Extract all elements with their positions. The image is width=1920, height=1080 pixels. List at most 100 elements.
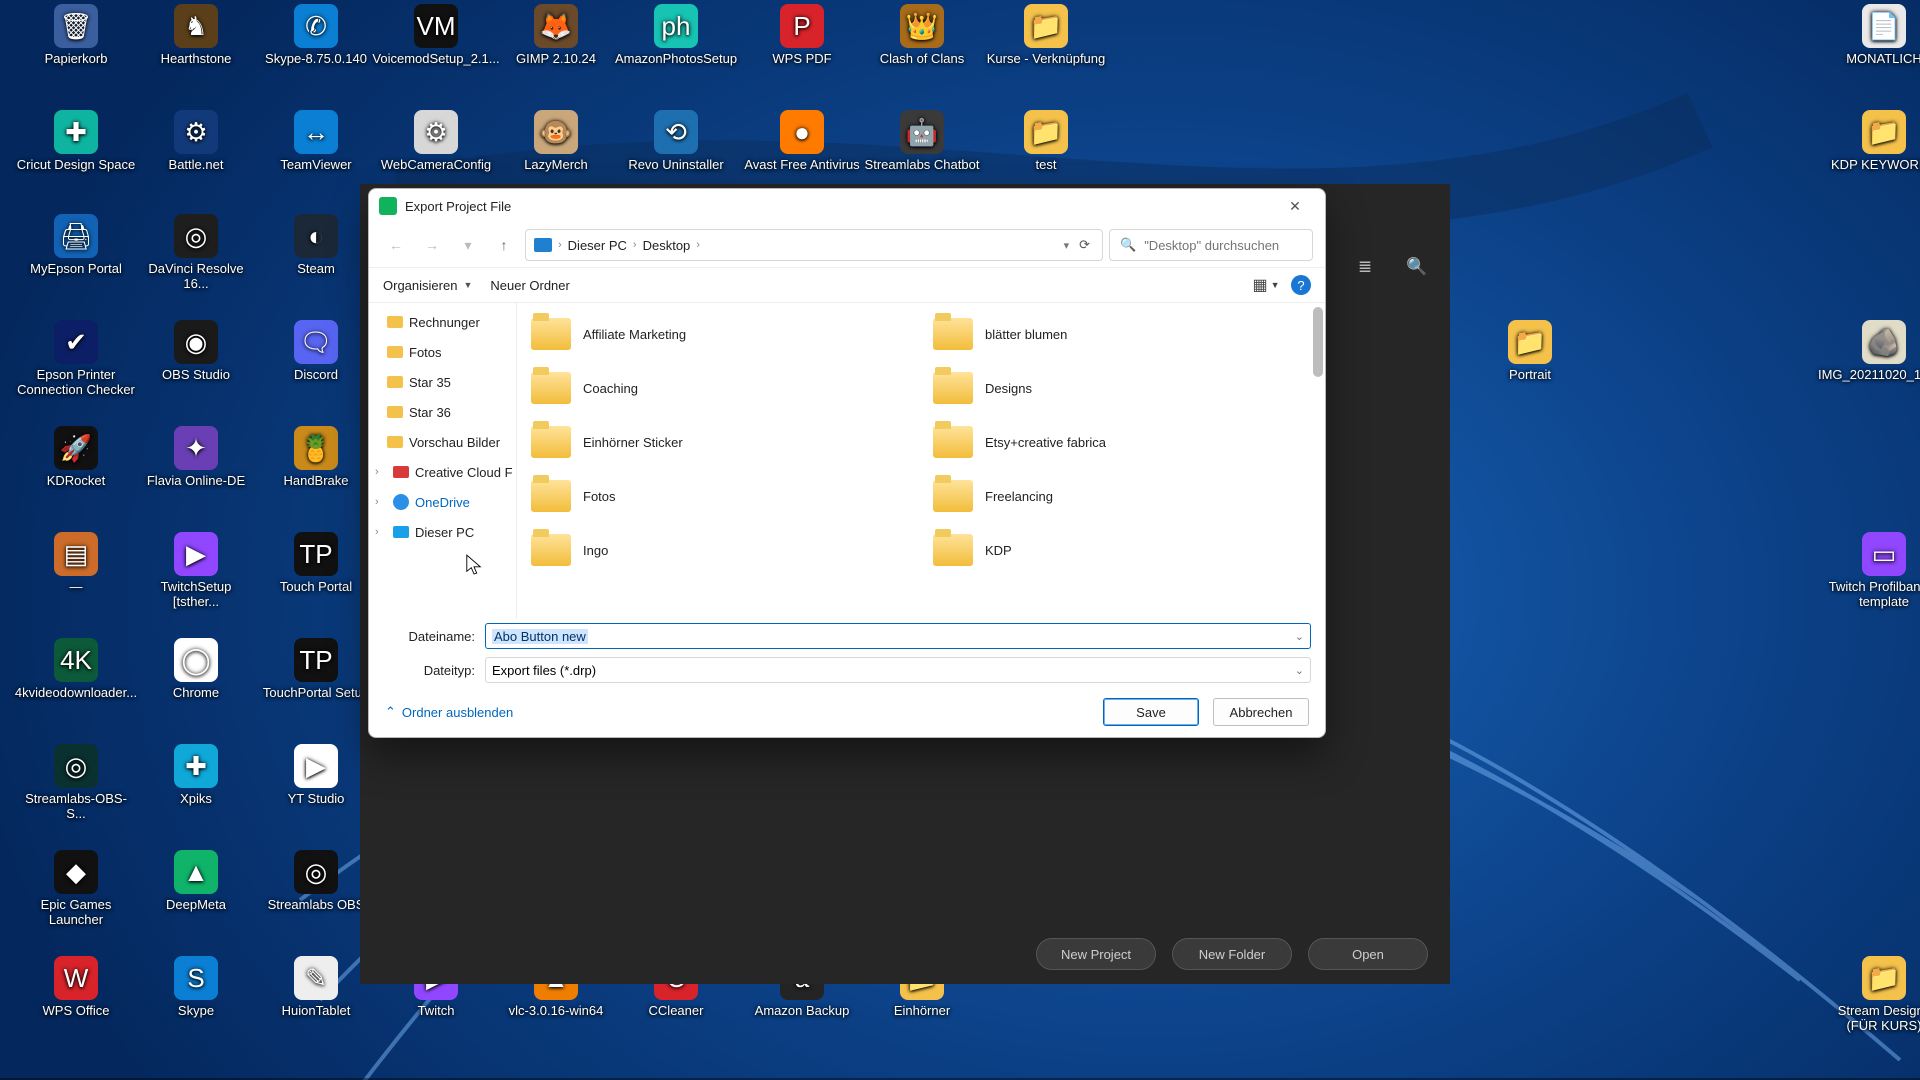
desktop-icon[interactable]: VMVoicemodSetup_2.1... xyxy=(376,4,496,66)
help-icon[interactable]: ? xyxy=(1291,275,1311,295)
desktop-icon[interactable]: WWPS Office xyxy=(16,956,136,1018)
desktop-icon[interactable]: PWPS PDF xyxy=(742,4,862,66)
folder-item[interactable]: Etsy+creative fabrica xyxy=(929,417,1315,467)
folder-item[interactable]: Designs xyxy=(929,363,1315,413)
tree-item[interactable]: Star 35 xyxy=(369,367,516,397)
desktop-icon[interactable]: 📁Stream Designs (FÜR KURS) xyxy=(1824,956,1920,1033)
desktop-icon[interactable]: 📁Kurse - Verknüpfung xyxy=(986,4,1106,66)
desktop-icon[interactable]: 📁KDP KEYWORDS xyxy=(1824,110,1920,172)
chevron-right-icon[interactable]: › xyxy=(375,526,387,538)
desktop-icon[interactable]: ♞Hearthstone xyxy=(136,4,256,66)
tree-item[interactable]: ›Creative Cloud F xyxy=(369,457,516,487)
filename-dropdown-icon[interactable]: ⌄ xyxy=(1289,630,1304,643)
breadcrumb-root[interactable]: Dieser PC xyxy=(568,238,627,253)
new-folder-toolbar-button[interactable]: Neuer Ordner xyxy=(490,278,569,293)
new-project-button[interactable]: New Project xyxy=(1036,938,1156,970)
new-folder-button[interactable]: New Folder xyxy=(1172,938,1292,970)
desktop-icon[interactable]: ▭Twitch Profilbanner template xyxy=(1824,532,1920,609)
breadcrumb[interactable]: › Dieser PC › Desktop › ▾ ⟳ xyxy=(525,229,1103,261)
desktop-icon[interactable]: TPTouch Portal xyxy=(256,532,376,594)
chevron-right-icon[interactable]: › xyxy=(375,496,387,508)
desktop-icon[interactable]: ▲DeepMeta xyxy=(136,850,256,912)
desktop-icon[interactable]: ✚Xpiks xyxy=(136,744,256,806)
hide-folders-toggle[interactable]: ⌃ Ordner ausblenden xyxy=(385,704,513,720)
sidebar-tree[interactable]: RechnungerFotosStar 35Star 36Vorschau Bi… xyxy=(369,303,517,619)
scrollbar[interactable] xyxy=(1313,307,1323,377)
desktop-icon[interactable]: ◯Chrome xyxy=(136,638,256,700)
search-icon[interactable]: 🔍 xyxy=(1404,254,1430,280)
nav-history-icon[interactable]: ▾ xyxy=(453,230,483,260)
tree-item[interactable]: Rechnunger xyxy=(369,307,516,337)
desktop-icon[interactable]: ●Avast Free Antivirus xyxy=(742,110,862,172)
filetype-dropdown-icon[interactable]: ⌄ xyxy=(1289,664,1304,677)
folder-item[interactable]: Affiliate Marketing xyxy=(527,309,913,359)
close-icon[interactable]: ✕ xyxy=(1275,192,1315,220)
desktop-icon[interactable]: ✦Flavia Online-DE xyxy=(136,426,256,488)
desktop-icon[interactable]: ▤— xyxy=(16,532,136,594)
desktop-icon[interactable]: 🚀KDRocket xyxy=(16,426,136,488)
desktop-icon[interactable]: ↔TeamViewer xyxy=(256,110,376,172)
desktop-icon[interactable]: ⟲Revo Uninstaller xyxy=(616,110,736,172)
view-options-icon[interactable]: ▦▼ xyxy=(1255,274,1277,296)
desktop-icon[interactable]: 👑Clash of Clans xyxy=(862,4,982,66)
folder-item[interactable]: Ingo xyxy=(527,525,913,575)
desktop-icon[interactable]: 🖨MyEpson Portal xyxy=(16,214,136,276)
filename-input[interactable]: Abo Button new ⌄ xyxy=(485,623,1311,649)
desktop-icon[interactable]: ▶TwitchSetup [tsther... xyxy=(136,532,256,609)
tree-item[interactable]: Star 36 xyxy=(369,397,516,427)
chevron-right-icon[interactable]: › xyxy=(375,466,387,478)
desktop-icon[interactable]: 🐵LazyMerch xyxy=(496,110,616,172)
search-input[interactable] xyxy=(1144,238,1302,253)
open-button[interactable]: Open xyxy=(1308,938,1428,970)
desktop-icon[interactable]: 🪨IMG_20211020_14431 xyxy=(1824,320,1920,382)
breadcrumb-dropdown-icon[interactable]: ▾ xyxy=(1064,239,1070,252)
folder-item[interactable]: Fotos xyxy=(527,471,913,521)
desktop-icon[interactable]: ◎Streamlabs OBS xyxy=(256,850,376,912)
desktop-icon[interactable]: 🍍HandBrake xyxy=(256,426,376,488)
folder-item[interactable]: Coaching xyxy=(527,363,913,413)
tree-item[interactable]: Vorschau Bilder xyxy=(369,427,516,457)
breadcrumb-leaf[interactable]: Desktop xyxy=(643,238,691,253)
desktop-icon[interactable]: 🦊GIMP 2.10.24 xyxy=(496,4,616,66)
desktop-icon[interactable]: SSkype xyxy=(136,956,256,1018)
desktop-icon[interactable]: ✆Skype-8.75.0.140 xyxy=(256,4,376,66)
desktop-icon[interactable]: 🗑Papierkorb xyxy=(16,4,136,66)
desktop-icon[interactable]: ◐Steam xyxy=(256,214,376,276)
desktop-icon[interactable]: ◆Epic Games Launcher xyxy=(16,850,136,927)
desktop-icon[interactable]: ⚙WebCameraConfig xyxy=(376,110,496,172)
desktop-icon[interactable]: 📁test xyxy=(986,110,1106,172)
folder-item[interactable]: blätter blumen xyxy=(929,309,1315,359)
refresh-icon[interactable]: ⟳ xyxy=(1075,237,1094,253)
nav-up-icon[interactable]: ↑ xyxy=(489,230,519,260)
search-box[interactable]: 🔍 xyxy=(1109,229,1313,261)
organize-menu[interactable]: Organisieren▼ xyxy=(383,278,472,293)
desktop-icon[interactable]: ◎DaVinci Resolve 16... xyxy=(136,214,256,291)
folder-item[interactable]: KDP xyxy=(929,525,1315,575)
cancel-button[interactable]: Abbrechen xyxy=(1213,698,1309,726)
save-button[interactable]: Save xyxy=(1103,698,1199,726)
desktop-icon[interactable]: ⚙Battle.net xyxy=(136,110,256,172)
desktop-icon[interactable]: phAmazonPhotosSetup xyxy=(616,4,736,66)
desktop-icon[interactable]: ▶YT Studio xyxy=(256,744,376,806)
desktop-icon[interactable]: ✚Cricut Design Space xyxy=(16,110,136,172)
desktop-icon[interactable]: ✔Epson Printer Connection Checker xyxy=(16,320,136,397)
folder-item[interactable]: Freelancing xyxy=(929,471,1315,521)
desktop-icon[interactable]: 📁Portrait xyxy=(1470,320,1590,382)
desktop-icon[interactable]: TPTouchPortal Setup xyxy=(256,638,376,700)
nav-forward-icon[interactable]: → xyxy=(417,230,447,260)
tree-item[interactable]: ›Dieser PC xyxy=(369,517,516,547)
folder-content-area[interactable]: Affiliate Marketing blätter blumen Coachin… xyxy=(517,303,1325,619)
desktop-icon[interactable]: 🤖Streamlabs Chatbot xyxy=(862,110,982,172)
desktop-icon[interactable]: ◎Streamlabs-OBS-S... xyxy=(16,744,136,821)
desktop-icon[interactable]: ◉OBS Studio xyxy=(136,320,256,382)
desktop-icon[interactable]: 4K4kvideodownloader... xyxy=(16,638,136,700)
tree-item[interactable]: Fotos xyxy=(369,337,516,367)
desktop-icon[interactable]: ✎HuionTablet xyxy=(256,956,376,1018)
folder-item[interactable]: Einhörner Sticker xyxy=(527,417,913,467)
filetype-select[interactable]: Export files (*.drp) ⌄ xyxy=(485,657,1311,683)
desktop-icon[interactable]: 🗨Discord xyxy=(256,320,376,382)
nav-back-icon[interactable]: ← xyxy=(381,230,411,260)
tree-item[interactable]: ›OneDrive xyxy=(369,487,516,517)
list-view-icon[interactable]: ≣ xyxy=(1352,254,1378,280)
desktop-icon[interactable]: 📄MONATLICH xyxy=(1824,4,1920,66)
